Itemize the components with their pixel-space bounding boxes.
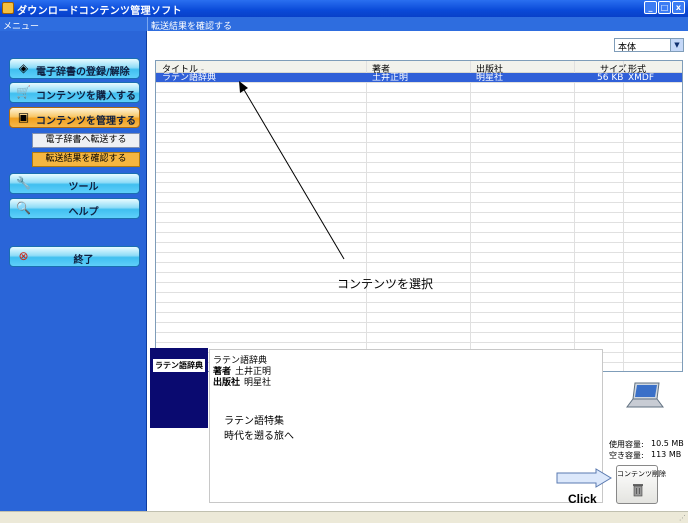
delete-button-label: コンテンツ削除 [617, 470, 666, 478]
resize-grip-icon[interactable]: ⋰ [679, 514, 686, 522]
submenu-check-results[interactable]: 転送結果を確認する [32, 152, 140, 167]
menu-buy-content[interactable]: 🛒 コンテンツを購入する [9, 82, 140, 103]
manage-icon: ▣ [17, 110, 30, 124]
menu-tools[interactable]: 🔧 ツール [9, 173, 140, 194]
device-icon: ◈ [18, 61, 29, 75]
title-bar: ダウンロードコンテンツ管理ソフト _ □ x [0, 0, 688, 17]
menu-label: 終了 [73, 255, 94, 266]
free-capacity: 空き容量: 113 MB [609, 450, 682, 460]
help-icon: 🔍 [16, 201, 31, 215]
menu-register-device[interactable]: ◈ 電子辞書の登録/解除 [9, 58, 140, 79]
detail-panel: ラテン語辞典 著者 土井正明 出版社 明星社 ラテン語特集 時代を遡る旅へ [209, 349, 603, 503]
laptop-icon [626, 382, 664, 408]
menu-label: ヘルプ [68, 207, 99, 218]
sidebar: ◈ 電子辞書の登録/解除 🛒 コンテンツを購入する ▣ コンテンツを管理する 電… [0, 31, 147, 511]
window-title: ダウンロードコンテンツ管理ソフト [17, 6, 182, 17]
menu-label: ツール [68, 182, 99, 193]
menu-label: コンテンツを管理する [36, 116, 136, 127]
minimize-button[interactable]: _ [644, 1, 657, 14]
menu-manage-content[interactable]: ▣ コンテンツを管理する [9, 107, 140, 128]
delete-content-button[interactable]: コンテンツ削除 [616, 465, 666, 504]
detail-desc-1: ラテン語特集 [224, 416, 284, 427]
menu-label: 電子辞書の登録/解除 [36, 67, 130, 78]
detail-publisher: 出版社 明星社 [213, 378, 272, 388]
detail-desc-2: 時代を遡る旅へ [224, 431, 294, 442]
maximize-button[interactable]: □ [658, 1, 671, 14]
wrench-icon: 🔧 [16, 176, 31, 190]
used-capacity: 使用容量: 10.5 MB [609, 439, 684, 449]
book-cover: ラテン語辞典 [150, 348, 208, 428]
trash-icon [633, 484, 643, 497]
click-label: Click [568, 492, 597, 506]
app-icon [2, 2, 14, 14]
menu-exit[interactable]: ⊗ 終了 [9, 246, 140, 267]
status-bar: ⋰ [0, 511, 688, 523]
cart-icon: 🛒 [16, 85, 31, 99]
menu-help[interactable]: 🔍 ヘルプ [9, 198, 140, 219]
click-arrow-icon [556, 468, 612, 488]
sidebar-header: メニュー [0, 17, 147, 32]
close-button[interactable]: x [672, 1, 685, 14]
menu-label: コンテンツを購入する [36, 91, 136, 102]
annotation-text: コンテンツを選択 [337, 277, 434, 291]
main-header: 転送結果を確認する [147, 17, 688, 32]
submenu-transfer[interactable]: 電子辞書へ転送する [32, 133, 140, 148]
main-panel: 本体 ▼ タイトル - 著者 出版社 サイズ 形式 ラテン語辞典 土井正明 明星… [147, 31, 688, 511]
cover-label: ラテン語辞典 [153, 359, 205, 372]
exit-icon: ⊗ [18, 249, 29, 263]
